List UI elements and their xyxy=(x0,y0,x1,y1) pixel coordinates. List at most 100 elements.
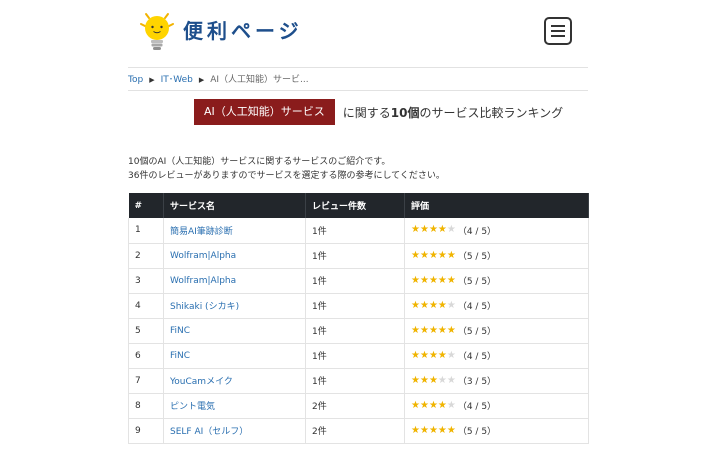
rating-text: （5 / 5） xyxy=(457,427,497,437)
service-name-link[interactable]: SELF AI（セルフ） xyxy=(163,418,306,444)
service-name-link[interactable]: Wolfram|Alpha xyxy=(163,243,306,269)
star-icon: ★ xyxy=(428,274,438,286)
table-row: 7 YouCamメイク 1件 ★★★★★ （3 / 5） xyxy=(128,368,589,394)
service-name-link[interactable]: Shikaki (シカキ) xyxy=(163,293,306,319)
rating-text: （4 / 5） xyxy=(457,226,497,237)
star-icon: ★ xyxy=(428,399,438,411)
hamburger-menu-button[interactable] xyxy=(544,17,572,45)
review-count-cell: 1件 xyxy=(305,293,405,319)
star-icon: ★ xyxy=(411,249,420,261)
column-header-review-count: レビュー件数 xyxy=(305,193,405,218)
rank-cell: 2 xyxy=(128,243,164,269)
rating-cell: ★★★★★ （5 / 5） xyxy=(404,418,589,444)
star-icon: ★ xyxy=(428,424,438,436)
column-header-rating: 評価 xyxy=(404,193,589,218)
page-title-suffix: のサービス比較ランキング xyxy=(419,105,564,120)
rank-cell: 6 xyxy=(128,343,164,369)
star-icon: ★ xyxy=(437,324,447,336)
table-row: 3 Wolfram|Alpha 1件 ★★★★★ （5 / 5） xyxy=(128,268,589,294)
star-icon: ★ xyxy=(428,224,438,236)
star-icon: ★ xyxy=(446,324,456,336)
star-icon: ★ xyxy=(446,374,456,386)
star-icon: ★ xyxy=(411,349,420,361)
rating-cell: ★★★★★ （5 / 5） xyxy=(404,268,589,294)
breadcrumb: Top ▶ IT･Web ▶ AI（人工知能）サービ... xyxy=(128,72,309,88)
service-name-link[interactable]: Wolfram|Alpha xyxy=(163,268,306,294)
star-icon: ★ xyxy=(419,374,429,386)
header-divider xyxy=(128,67,588,68)
star-icon: ★ xyxy=(411,224,420,236)
service-name-link[interactable]: ピント電気 xyxy=(163,393,306,419)
star-icon: ★ xyxy=(419,224,429,236)
star-icon: ★ xyxy=(446,399,456,411)
star-rating: ★★★★★ xyxy=(411,349,456,361)
star-icon: ★ xyxy=(437,249,447,261)
star-icon: ★ xyxy=(411,424,420,436)
star-icon: ★ xyxy=(419,399,429,411)
lightbulb-logo-icon[interactable] xyxy=(137,10,177,52)
column-header-rank: # xyxy=(128,193,164,218)
star-icon: ★ xyxy=(446,274,456,286)
rating-text: （3 / 5） xyxy=(457,377,497,387)
breadcrumb-separator-icon: ▶ xyxy=(149,76,155,84)
breadcrumb-current: AI（人工知能）サービ... xyxy=(210,75,309,85)
star-icon: ★ xyxy=(437,299,447,311)
star-rating: ★★★★★ xyxy=(411,274,456,286)
rating-cell: ★★★★★ （5 / 5） xyxy=(404,318,589,344)
table-row: 1 簡易AI筆跡診断 1件 ★★★★★ （4 / 5） xyxy=(128,218,589,244)
table-row: 4 Shikaki (シカキ) 1件 ★★★★★ （4 / 5） xyxy=(128,293,589,319)
rating-cell: ★★★★★ （3 / 5） xyxy=(404,368,589,394)
table-header-row: # サービス名 レビュー件数 評価 xyxy=(128,193,589,218)
rating-text: （5 / 5） xyxy=(457,277,497,287)
star-icon: ★ xyxy=(411,324,420,336)
table-row: 6 FiNC 1件 ★★★★★ （4 / 5） xyxy=(128,343,589,369)
breadcrumb-link-it-web[interactable]: IT･Web xyxy=(161,72,193,88)
ranking-table: # サービス名 レビュー件数 評価 1 簡易AI筆跡診断 1件 ★★★★★ （4 / 5… xyxy=(128,193,589,444)
rank-cell: 4 xyxy=(128,293,164,319)
intro-text: 10個のAI（人工知能）サービスに関するサービスのご紹介です。 36件のレビュー… xyxy=(128,155,445,183)
star-icon: ★ xyxy=(419,324,429,336)
star-icon: ★ xyxy=(446,249,456,261)
star-icon: ★ xyxy=(428,349,438,361)
star-icon: ★ xyxy=(428,374,438,386)
page-title: AI（人工知能）サービス に関する10個のサービス比較ランキング xyxy=(194,99,563,125)
breadcrumb-link-top[interactable]: Top xyxy=(128,72,143,88)
star-rating: ★★★★★ xyxy=(411,249,456,261)
rank-cell: 8 xyxy=(128,393,164,419)
service-name-link[interactable]: FiNC xyxy=(163,343,306,369)
rating-text: （5 / 5） xyxy=(457,327,497,337)
star-rating: ★★★★★ xyxy=(411,374,456,386)
hamburger-menu-icon xyxy=(551,25,565,27)
rank-cell: 7 xyxy=(128,368,164,394)
star-icon: ★ xyxy=(437,424,447,436)
site-logo-text[interactable]: 便利ページ xyxy=(183,18,303,44)
service-name-link[interactable]: FiNC xyxy=(163,318,306,344)
star-rating: ★★★★★ xyxy=(411,399,456,411)
review-count-cell: 1件 xyxy=(305,243,405,269)
rating-cell: ★★★★★ （4 / 5） xyxy=(404,293,589,319)
breadcrumb-separator-icon: ▶ xyxy=(198,76,205,84)
rating-cell: ★★★★★ （4 / 5） xyxy=(404,393,589,419)
rating-cell: ★★★★★ （4 / 5） xyxy=(404,218,589,244)
service-name-link[interactable]: YouCamメイク xyxy=(163,368,306,394)
star-icon: ★ xyxy=(419,299,429,311)
star-icon: ★ xyxy=(411,274,420,286)
star-icon: ★ xyxy=(446,349,456,361)
page-title-prefix: に関する xyxy=(342,105,391,120)
star-icon: ★ xyxy=(419,349,429,361)
service-name-link[interactable]: 簡易AI筆跡診断 xyxy=(163,218,306,244)
site-header: 便利ページ xyxy=(0,0,711,60)
star-rating: ★★★★★ xyxy=(411,424,456,436)
star-icon: ★ xyxy=(428,249,438,261)
star-icon: ★ xyxy=(411,399,420,411)
hamburger-menu-icon-line xyxy=(551,35,565,37)
star-icon: ★ xyxy=(437,224,447,236)
table-row: 2 Wolfram|Alpha 1件 ★★★★★ （5 / 5） xyxy=(128,243,589,269)
review-count-cell: 2件 xyxy=(305,418,405,444)
star-icon: ★ xyxy=(419,249,429,261)
review-count-cell: 1件 xyxy=(305,368,405,394)
rating-text: （5 / 5） xyxy=(457,252,497,262)
star-icon: ★ xyxy=(437,399,447,411)
page-title-text: に関する10個のサービス比較ランキング xyxy=(343,104,563,121)
star-icon: ★ xyxy=(446,224,456,236)
